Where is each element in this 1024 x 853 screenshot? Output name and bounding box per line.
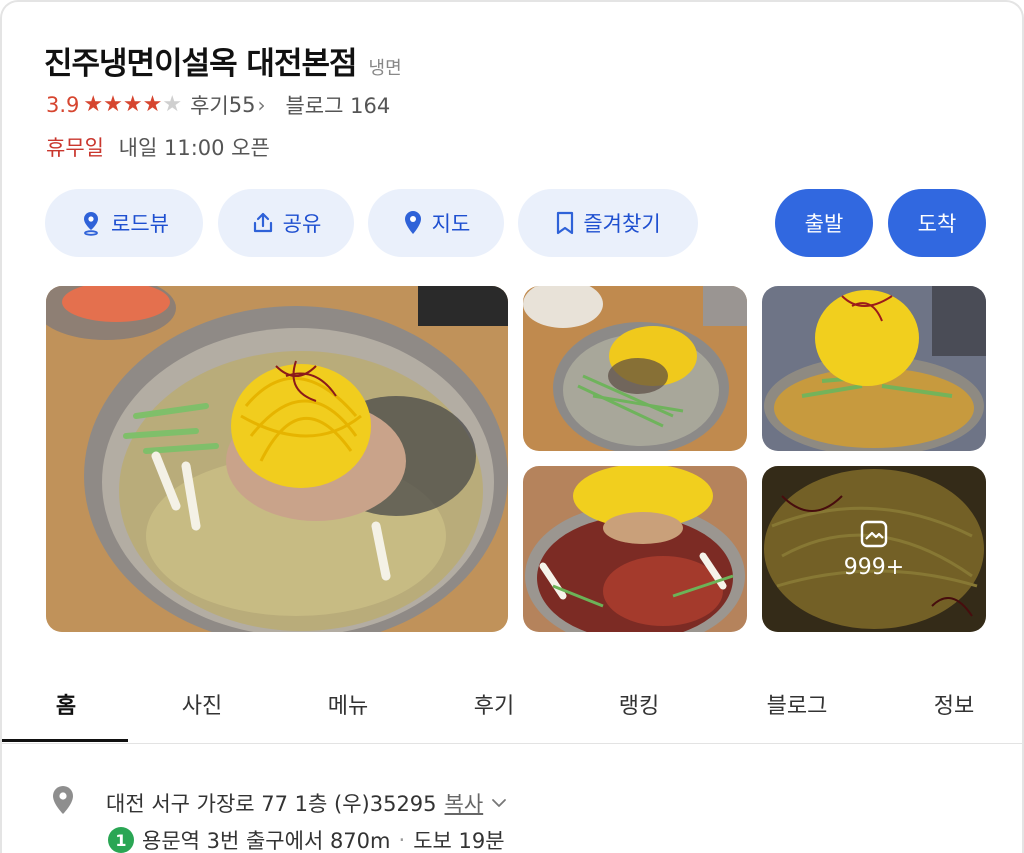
- star-rating: ★ ★ ★ ★ ★: [83, 94, 182, 116]
- bookmark-icon: [555, 211, 575, 235]
- copy-address-button[interactable]: 복사: [445, 788, 484, 818]
- closed-status: 휴무일: [46, 136, 104, 160]
- hours-row: 휴무일 내일 11:00 오픈: [46, 132, 270, 162]
- photo-thumb-more[interactable]: 999+: [762, 466, 986, 632]
- tab-blog[interactable]: 블로그: [767, 688, 828, 720]
- gallery-icon: [859, 519, 889, 549]
- address-row: 대전 서구 가장로 77 1층 (우)35295 복사: [50, 785, 507, 820]
- naengmyeon-photo: [46, 286, 508, 632]
- more-photos-count: 999+: [843, 554, 905, 580]
- blog-label: 블로그: [285, 94, 344, 118]
- depart-button[interactable]: 출발: [775, 189, 873, 257]
- place-title: 진주냉면이설옥 대전본점: [44, 46, 358, 82]
- active-tab-indicator: [2, 739, 128, 742]
- depart-label: 출발: [804, 212, 844, 236]
- star-icon: ★: [103, 92, 123, 117]
- walk-time: 도보 19분: [413, 829, 505, 853]
- photo-thumb-3[interactable]: [523, 466, 747, 632]
- tab-menu[interactable]: 메뉴: [328, 688, 368, 720]
- separator-dot: ·: [398, 828, 406, 852]
- map-button[interactable]: 지도: [368, 189, 504, 257]
- rating-row: 3.9 ★ ★ ★ ★ ★ 후기 55 › 블로그 164: [46, 90, 390, 120]
- map-pin-icon: [402, 210, 424, 236]
- blog-count: 164: [350, 94, 391, 118]
- chevron-right-icon: ›: [257, 93, 266, 117]
- share-label: 공유: [282, 212, 322, 236]
- star-icon: ★: [142, 92, 163, 117]
- photo-thumb-1[interactable]: [523, 286, 747, 451]
- tab-bar: 홈 사진 메뉴 후기 랭킹 블로그 정보: [2, 672, 1022, 744]
- tab-reviews[interactable]: 후기: [474, 688, 514, 720]
- rating-score: 3.9: [46, 93, 80, 117]
- transit-row: 1 용문역 3번 출구에서 870m · 도보 19분: [108, 825, 505, 853]
- star-icon: ★: [122, 92, 143, 117]
- photo-thumb-2[interactable]: [762, 286, 986, 451]
- place-category: 냉면: [368, 58, 402, 79]
- map-label: 지도: [431, 212, 471, 236]
- roadview-pin-icon: [79, 210, 103, 236]
- tab-ranking[interactable]: 랭킹: [619, 688, 659, 720]
- review-count: 55: [228, 93, 256, 117]
- tab-home[interactable]: 홈: [56, 688, 76, 720]
- review-link[interactable]: 후기 55 ›: [190, 90, 265, 120]
- tab-photos[interactable]: 사진: [182, 688, 222, 720]
- arrive-label: 도착: [917, 212, 957, 236]
- title-row: 진주냉면이설옥 대전본점 냉면: [44, 38, 402, 83]
- review-label: 후기: [190, 94, 229, 118]
- star-icon: ★: [83, 92, 104, 117]
- naengmyeon-photo: [523, 286, 747, 451]
- place-card: 진주냉면이설옥 대전본점 냉면 3.9 ★ ★ ★ ★ ★ 후기 55 › 블로…: [0, 0, 1024, 853]
- chevron-down-icon[interactable]: [491, 793, 507, 812]
- bibim-naengmyeon-photo: [523, 466, 747, 632]
- naengmyeon-photo: [762, 286, 986, 451]
- more-photos-overlay[interactable]: 999+: [762, 466, 986, 632]
- roadview-button[interactable]: 로드뷰: [45, 189, 203, 257]
- subway-line-badge: 1: [108, 827, 134, 853]
- location-pin-icon: [50, 785, 76, 820]
- roadview-label: 로드뷰: [111, 212, 169, 236]
- tab-info[interactable]: 정보: [934, 688, 974, 720]
- station-distance: 용문역 3번 출구에서 870m: [142, 829, 391, 853]
- main-photo[interactable]: [46, 286, 508, 632]
- favorite-label: 즐겨찾기: [583, 212, 661, 236]
- star-icon: ★: [162, 92, 183, 117]
- blog-link[interactable]: 블로그 164: [285, 90, 390, 120]
- favorite-button[interactable]: 즐겨찾기: [518, 189, 698, 257]
- share-button[interactable]: 공유: [218, 189, 354, 257]
- arrive-button[interactable]: 도착: [888, 189, 986, 257]
- address-text: 대전 서구 가장로 77 1층 (우)35295: [106, 791, 437, 816]
- opening-hours: 내일 11:00 오픈: [118, 136, 270, 160]
- share-icon: [251, 211, 275, 235]
